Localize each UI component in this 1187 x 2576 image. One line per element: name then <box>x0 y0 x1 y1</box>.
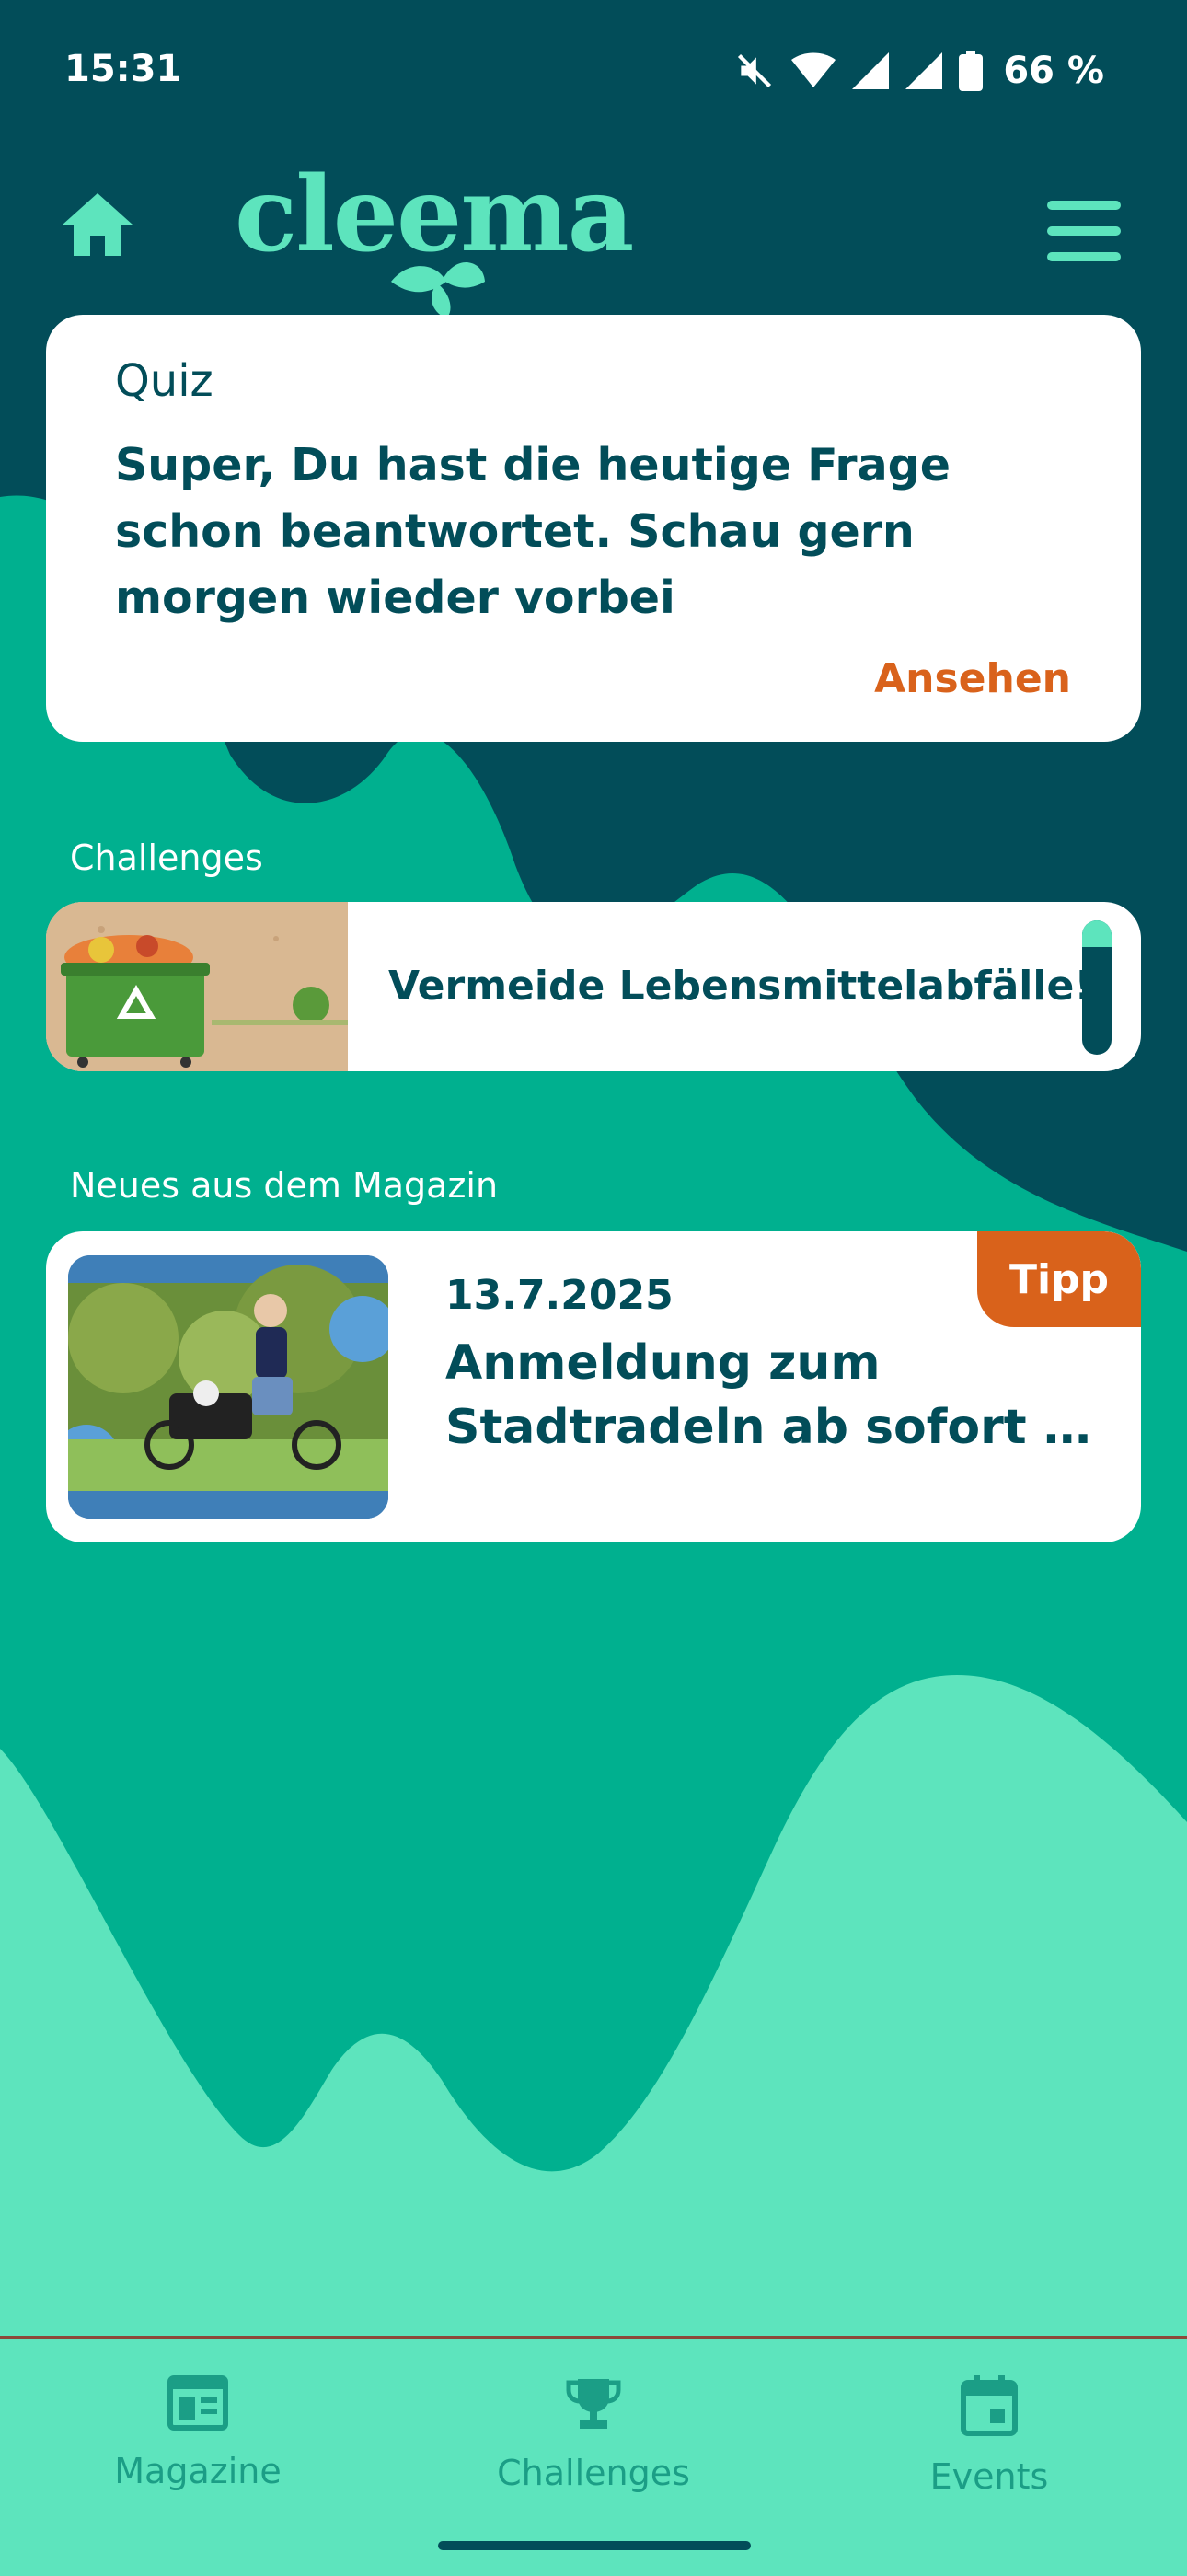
wifi-icon <box>791 52 836 87</box>
magazine-section-label: Neues aus dem Magazin <box>70 1165 499 1206</box>
challenge-progress-fill <box>1082 920 1112 948</box>
mute-icon <box>738 53 772 88</box>
quiz-message: Super, Du hast die heutige Frage schon b… <box>115 439 951 624</box>
challenge-progress <box>1082 920 1112 1055</box>
battery-level: 66 % <box>1003 50 1104 92</box>
newspaper-icon <box>167 2375 228 2431</box>
quiz-card[interactable]: Quiz Super, Du hast die heutige Frage sc… <box>46 315 1141 742</box>
calendar-icon <box>961 2375 1018 2436</box>
nav-challenges-label: Challenges <box>497 2453 690 2493</box>
leaf-icon <box>391 262 485 318</box>
cleema-logo: cleema <box>235 155 634 318</box>
nav-events-label: Events <box>929 2456 1049 2497</box>
magazine-card[interactable]: 13.7.2025 Anmeldung zum Stadtradeln ab s… <box>46 1231 1141 1542</box>
status-time: 15:31 <box>64 48 182 90</box>
challenge-title: Vermeide Lebensmittelabfälle! <box>388 963 1093 1010</box>
magazine-image <box>68 1255 388 1519</box>
nav-magazine-label: Magazine <box>114 2451 282 2491</box>
challenges-section-label: Challenges <box>70 837 263 878</box>
home-icon <box>63 193 133 256</box>
nav-events[interactable]: Events <box>842 2375 1136 2497</box>
menu-icon <box>1047 201 1121 210</box>
bottom-navigation: Magazine Challenges Events <box>0 2336 1187 2576</box>
magazine-title-line2: Stadtradeln ab sofort mö... <box>445 1400 1108 1455</box>
signal-icon <box>905 52 943 89</box>
quiz-title: Quiz <box>115 355 213 407</box>
signal-icon <box>852 52 890 89</box>
battery-icon <box>959 51 984 91</box>
nav-magazine[interactable]: Magazine <box>51 2375 345 2491</box>
quiz-view-link[interactable]: Ansehen <box>874 655 1071 702</box>
home-indicator <box>438 2541 751 2550</box>
logo-text: cleema <box>235 155 634 275</box>
tipp-badge: Tipp <box>977 1231 1141 1327</box>
home-button[interactable] <box>61 191 144 274</box>
challenge-card[interactable]: Vermeide Lebensmittelabfälle! <box>46 902 1141 1071</box>
status-icons: 66 % <box>734 50 1104 92</box>
menu-button[interactable] <box>1047 201 1121 261</box>
magazine-title: Anmeldung zum Stadtradeln ab sofort mö..… <box>445 1331 1108 1460</box>
nav-challenges[interactable]: Challenges <box>446 2375 741 2493</box>
challenge-image <box>46 902 348 1071</box>
magazine-date: 13.7.2025 <box>445 1272 674 1319</box>
magazine-title-line1: Anmeldung zum <box>445 1335 881 1391</box>
trophy-icon <box>566 2379 621 2429</box>
